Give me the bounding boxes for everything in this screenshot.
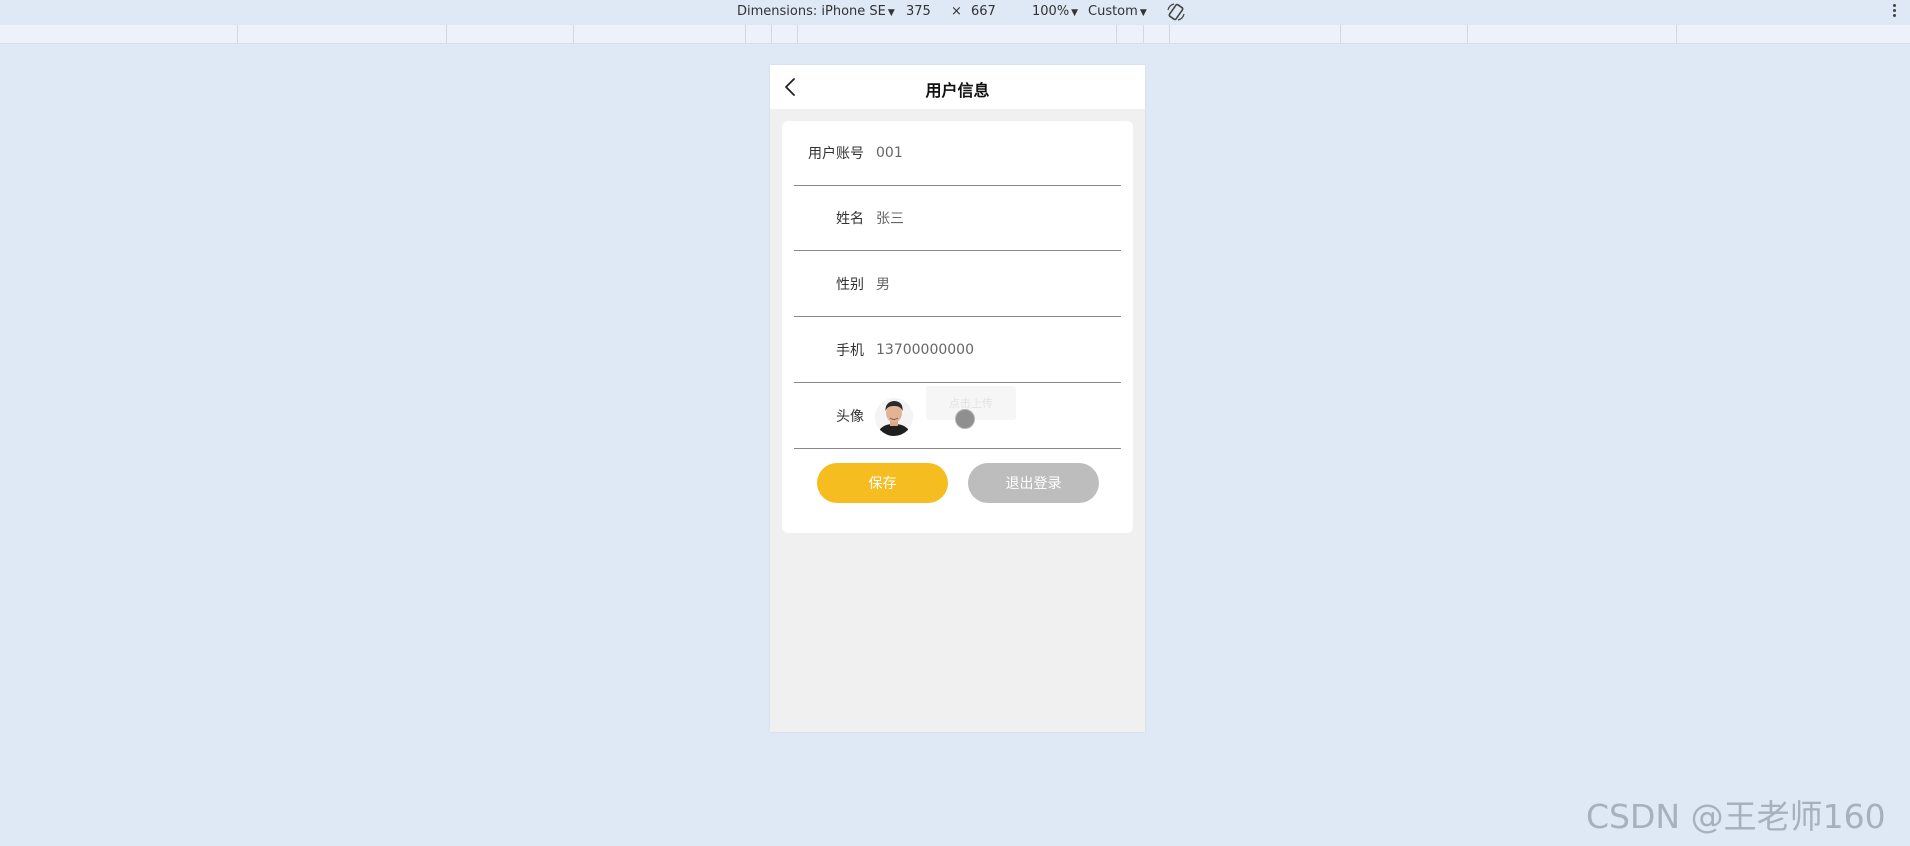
phone-row: 手机 <box>794 318 1121 383</box>
logout-button[interactable]: 退出登录 <box>968 463 1099 503</box>
upload-hint: 点击上传 <box>949 397 993 410</box>
throttle-select[interactable]: Custom ▼ <box>1088 4 1147 19</box>
avatar-label: 头像 <box>836 409 864 425</box>
gender-input[interactable] <box>876 267 1096 301</box>
zoom-select[interactable]: 100% ▼ <box>1032 4 1078 19</box>
devtools-toolbar: Dimensions: iPhone SE ▼ 375 × 667 100% ▼ C… <box>0 0 1910 25</box>
avatar-row: 头像 点击上传 <box>794 384 1121 449</box>
phone-input[interactable] <box>876 333 1096 367</box>
user-info-card: 用户账号 姓名 性别 手机 头像 <box>782 121 1133 533</box>
avatar-portrait-icon <box>875 398 913 436</box>
throttle-label: Custom <box>1088 4 1138 19</box>
phone-label: 手机 <box>836 343 864 359</box>
phone-viewport: 用户信息 用户账号 姓名 性别 手机 头像 <box>770 65 1145 732</box>
height-input[interactable]: 667 <box>971 4 996 19</box>
name-input[interactable] <box>876 201 1096 235</box>
avatar[interactable] <box>875 398 913 436</box>
account-row: 用户账号 <box>794 121 1121 186</box>
times-sign: × <box>951 4 962 19</box>
gender-label: 性别 <box>836 277 864 293</box>
device-label: Dimensions: iPhone SE <box>737 4 886 19</box>
width-input[interactable]: 375 <box>906 4 931 19</box>
gender-row: 性别 <box>794 252 1121 317</box>
touch-cursor-icon <box>955 409 975 429</box>
media-query-ruler <box>0 25 1910 44</box>
caret-down-icon: ▼ <box>1071 8 1079 18</box>
watermark: CSDN @王老师160 <box>1586 797 1886 836</box>
name-row: 姓名 <box>794 186 1121 251</box>
save-button[interactable]: 保存 <box>817 463 948 503</box>
account-input[interactable] <box>876 136 1096 170</box>
more-options-icon[interactable] <box>1893 2 1897 20</box>
rotate-icon[interactable] <box>1166 2 1186 22</box>
caret-down-icon: ▼ <box>887 8 895 18</box>
nav-bar: 用户信息 <box>770 65 1145 109</box>
name-label: 姓名 <box>836 211 864 227</box>
page-title: 用户信息 <box>925 81 990 100</box>
caret-down-icon: ▼ <box>1139 8 1147 18</box>
device-select[interactable]: Dimensions: iPhone SE ▼ <box>737 4 895 19</box>
zoom-label: 100% <box>1032 4 1070 19</box>
account-label: 用户账号 <box>808 146 864 162</box>
